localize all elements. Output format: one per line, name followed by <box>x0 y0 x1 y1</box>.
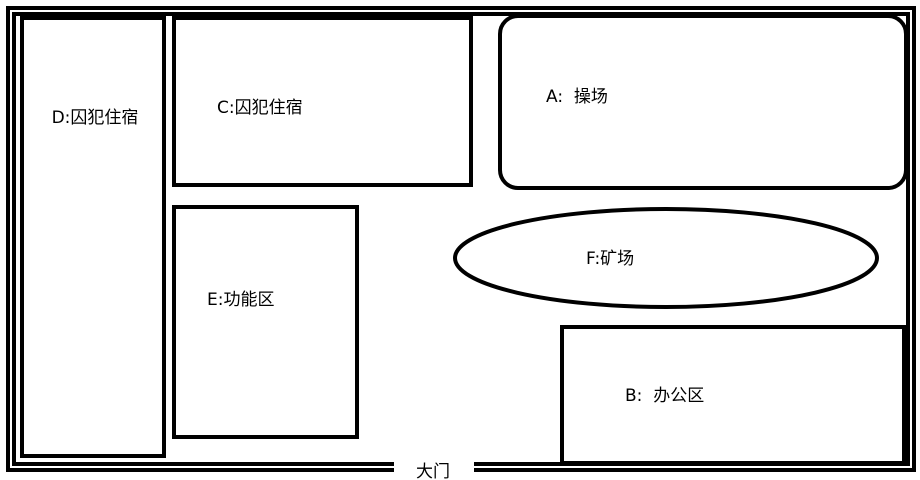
area-d-label: D:囚犯住宿 <box>52 108 139 128</box>
area-d-prisoner-housing: D:囚犯住宿 <box>20 16 166 458</box>
area-b-label: B: 办公区 <box>625 386 704 406</box>
area-e-label: E:功能区 <box>207 290 274 310</box>
area-b-shape <box>560 325 906 465</box>
area-f-label: F:矿场 <box>586 249 634 269</box>
gate-label: 大门 <box>416 462 450 480</box>
area-e-function-area: E:功能区 <box>172 205 359 439</box>
area-c-label: C:囚犯住宿 <box>217 98 303 118</box>
area-f-shape <box>453 207 879 309</box>
area-a-label: A: 操场 <box>546 87 608 107</box>
area-a-playground: A: 操场 <box>498 14 908 190</box>
area-c-prisoner-housing: C:囚犯住宿 <box>172 16 473 187</box>
area-d-shape <box>20 16 166 458</box>
prison-layout-diagram: D:囚犯住宿 C:囚犯住宿 A: 操场 E:功能区 F:矿场 B: 办公区 大门 <box>6 6 916 480</box>
area-f-mine: F:矿场 <box>453 207 879 309</box>
area-e-shape <box>172 205 359 439</box>
area-b-office: B: 办公区 <box>560 325 906 465</box>
